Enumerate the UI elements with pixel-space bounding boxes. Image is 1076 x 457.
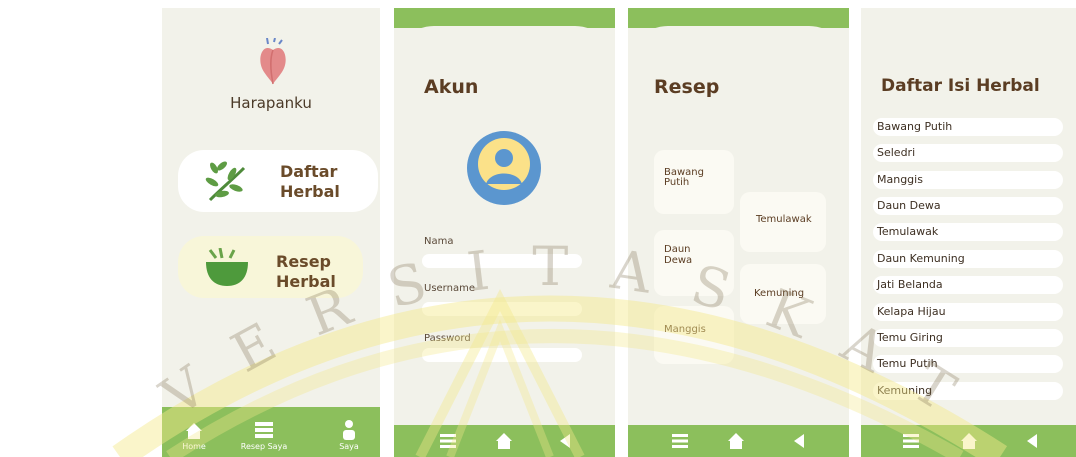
nav-label: Resep Saya bbox=[240, 442, 288, 451]
list-item[interactable]: Daun Dewa bbox=[873, 197, 1063, 215]
list-item[interactable]: Temu Putih bbox=[873, 355, 1063, 373]
back-icon[interactable] bbox=[560, 434, 570, 448]
recipe-card-temulawak[interactable]: Temulawak bbox=[740, 192, 826, 252]
list-item[interactable]: Manggis bbox=[873, 171, 1063, 189]
home-icon bbox=[186, 423, 202, 439]
home-icon[interactable] bbox=[961, 433, 977, 449]
header-band bbox=[628, 8, 849, 28]
recipes-screen: Resep Bawang Putih Temulawak Daun Dewa K… bbox=[628, 8, 849, 457]
list-icon bbox=[255, 422, 273, 438]
password-input[interactable] bbox=[422, 348, 582, 362]
recipe-name: Daun bbox=[664, 244, 691, 255]
nama-input[interactable] bbox=[422, 254, 582, 268]
mortar-icon bbox=[206, 248, 248, 286]
home-icon[interactable] bbox=[728, 433, 744, 449]
bottom-nav bbox=[861, 425, 1076, 457]
list-item[interactable]: Kemuning bbox=[873, 382, 1063, 400]
nav-home[interactable]: Home bbox=[176, 422, 212, 451]
nav-label: Saya bbox=[339, 442, 359, 451]
list-item[interactable]: Daun Kemuning bbox=[873, 250, 1063, 268]
nav-label: Home bbox=[182, 442, 206, 451]
nav-saya[interactable]: Saya bbox=[334, 420, 364, 451]
nav-resep-saya[interactable]: Resep Saya bbox=[236, 420, 292, 451]
avatar-icon bbox=[467, 131, 541, 205]
herb-list-screen: Daftar Isi Herbal Bawang Putih Seledri M… bbox=[861, 8, 1076, 457]
list-item[interactable]: Jati Belanda bbox=[873, 276, 1063, 294]
account-screen: Akun Nama Username Password bbox=[394, 8, 615, 457]
recipe-card-kemuning[interactable]: Kemuning bbox=[740, 264, 826, 324]
menu-daftar-herbal[interactable]: Daftar Herbal bbox=[178, 150, 378, 212]
page-title: Akun bbox=[424, 76, 479, 98]
menu-label-line1: Daftar bbox=[280, 162, 338, 181]
bottom-nav: Home Resep Saya Saya bbox=[162, 407, 380, 457]
list-item[interactable]: Temu Giring bbox=[873, 329, 1063, 347]
menu-icon[interactable] bbox=[672, 434, 688, 448]
menu-icon[interactable] bbox=[903, 434, 919, 448]
recipe-name: Dewa bbox=[664, 255, 693, 266]
app-title: Harapanku bbox=[230, 94, 312, 112]
bottom-nav bbox=[628, 425, 849, 457]
header-band bbox=[394, 8, 615, 28]
menu-label-line2: Herbal bbox=[280, 182, 340, 201]
username-input[interactable] bbox=[422, 302, 582, 316]
person-icon bbox=[343, 420, 355, 440]
list-item[interactable]: Kelapa Hijau bbox=[873, 303, 1063, 321]
recipe-card-bawang-putih[interactable]: Bawang Putih bbox=[654, 150, 734, 214]
menu-resep-herbal[interactable]: Resep Herbal bbox=[178, 236, 363, 298]
field-label: Password bbox=[424, 333, 471, 344]
leaf-icon bbox=[205, 161, 246, 202]
home-icon[interactable] bbox=[496, 433, 512, 449]
field-label: Nama bbox=[424, 236, 454, 247]
bottom-nav bbox=[394, 425, 615, 457]
recipe-card-daun-dewa[interactable]: Daun Dewa bbox=[654, 230, 734, 296]
back-icon[interactable] bbox=[794, 434, 804, 448]
menu-label-line2: Herbal bbox=[276, 272, 336, 291]
recipe-name: Kemuning bbox=[754, 288, 805, 299]
page-title: Resep bbox=[654, 76, 720, 98]
field-label: Username bbox=[424, 283, 475, 294]
home-screen: Harapanku Daftar Herbal Resep Herbal Hom… bbox=[162, 8, 380, 457]
recipe-name: Manggis bbox=[664, 324, 706, 335]
menu-icon[interactable] bbox=[440, 434, 456, 448]
list-item[interactable]: Temulawak bbox=[873, 223, 1063, 241]
page-title: Daftar Isi Herbal bbox=[881, 76, 1040, 96]
heart-logo-icon bbox=[260, 38, 286, 85]
list-item[interactable]: Bawang Putih bbox=[873, 118, 1063, 136]
recipe-card-manggis[interactable]: Manggis bbox=[654, 306, 734, 364]
recipe-name: Temulawak bbox=[756, 214, 812, 225]
list-item[interactable]: Seledri bbox=[873, 144, 1063, 162]
menu-label-line1: Resep bbox=[276, 252, 331, 271]
back-icon[interactable] bbox=[1027, 434, 1037, 448]
recipe-name: Putih bbox=[664, 177, 690, 188]
